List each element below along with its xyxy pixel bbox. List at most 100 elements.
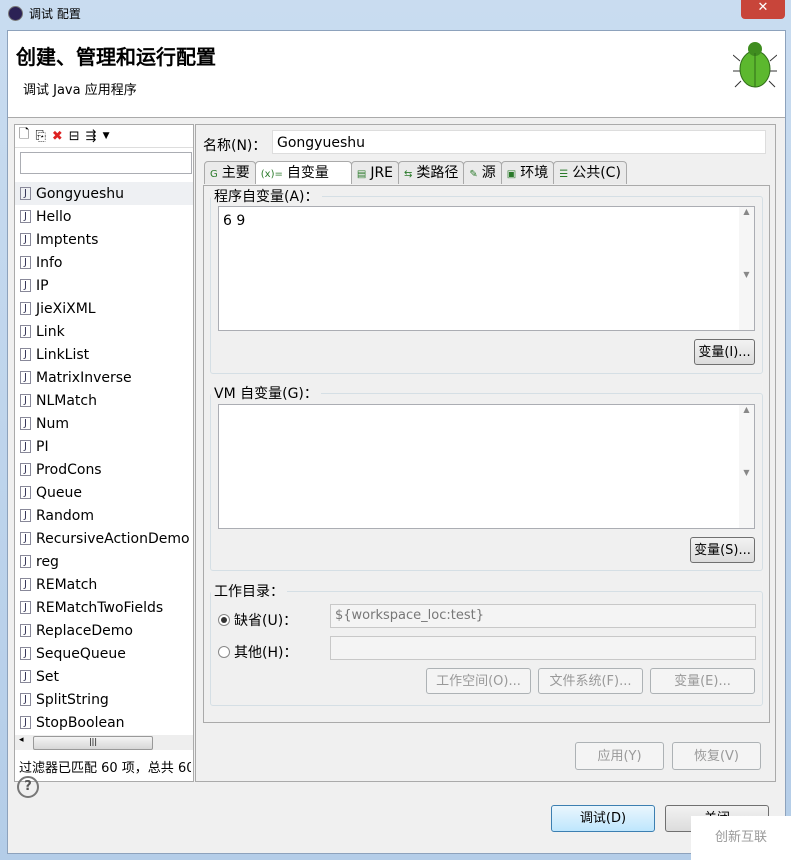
other-label: 其他(H)： <box>234 645 298 661</box>
close-window-button[interactable]: ✕ <box>741 0 785 19</box>
tab-label: JRE <box>370 165 394 181</box>
default-radio[interactable]: 缺省(U)： <box>218 610 297 630</box>
tab-3[interactable]: ⇆ 类路径 <box>398 161 465 184</box>
java-app-icon: J <box>20 233 31 246</box>
filter-status: 过滤器已匹配 60 项，总共 60 项 <box>19 761 191 776</box>
config-list-item[interactable]: J Link <box>15 320 193 343</box>
tab-6[interactable]: ☰ 公共(C) <box>553 161 627 184</box>
working-dir-label: 工作目录： <box>214 584 284 600</box>
tab-icon: G <box>210 169 218 180</box>
tab-0[interactable]: G 主要 <box>204 161 256 184</box>
config-list-panel: 🗋 ⎘ ✖ ⊟ ⇶ ▼ J Gongyueshu J Hello J Imptents J I… <box>14 124 194 782</box>
tab-2[interactable]: ▤ JRE <box>350 161 400 184</box>
vertical-scrollbar[interactable]: ▲ ▼ <box>739 207 754 330</box>
vertical-scrollbar[interactable]: ▲ ▼ <box>739 405 754 528</box>
config-list-item[interactable]: J PI <box>15 435 193 458</box>
java-app-icon: J <box>20 279 31 292</box>
scrollbar-thumb[interactable]: ||| <box>33 736 153 750</box>
workspace-button[interactable]: 工作空间(O)... <box>426 668 531 694</box>
java-app-icon: J <box>20 624 31 637</box>
tab-label: 主要 <box>221 165 250 181</box>
config-list-item[interactable]: J Hello <box>15 205 193 228</box>
filter-icon[interactable]: ⇶ <box>86 129 97 144</box>
program-variables-button[interactable]: 变量(I)... <box>694 339 755 365</box>
java-app-icon: J <box>20 210 31 223</box>
delete-icon[interactable]: ✖ <box>52 129 63 144</box>
config-list-item[interactable]: J NLMatch <box>15 389 193 412</box>
tab-icon: ☰ <box>559 169 569 180</box>
config-editor: 名称(N)： Gongyueshu G 主要 (x)= 自变量 ▤ JRE ⇆ 类路径 ✎ 源 ▣ 环… <box>195 124 776 782</box>
default-dir-input[interactable]: ${workspace_loc:test} <box>330 604 756 628</box>
horizontal-scrollbar[interactable]: ◂ ||| <box>15 735 193 750</box>
config-list-item[interactable]: J Num <box>15 412 193 435</box>
tab-icon: ▤ <box>356 169 367 180</box>
config-list-item[interactable]: J REMatch <box>15 573 193 596</box>
config-list-item[interactable]: Jreg <box>15 550 193 573</box>
config-item-label: Random <box>36 507 94 524</box>
java-app-icon: J <box>20 647 31 660</box>
java-app-icon: J <box>20 486 31 499</box>
program-args-textarea[interactable]: 6 9 ▲ ▼ <box>218 206 755 331</box>
new-config-icon[interactable]: 🗋 <box>19 125 29 147</box>
config-list-item[interactable]: J Random <box>15 504 193 527</box>
config-list-item[interactable]: J RecursiveActionDemo <box>15 527 193 550</box>
name-label: 名称(N)： <box>203 138 267 154</box>
config-list-item[interactable]: J Info <box>15 251 193 274</box>
tab-label: 公共(C) <box>572 165 621 181</box>
config-item-label: Info <box>36 254 63 271</box>
chevron-down-icon[interactable]: ▼ <box>103 131 110 141</box>
tab-4[interactable]: ✎ 源 <box>463 161 502 184</box>
java-app-icon: J <box>20 187 31 200</box>
vm-variables-button[interactable]: 变量(S)... <box>690 537 755 563</box>
tab-bar: G 主要 (x)= 自变量 ▤ JRE ⇆ 类路径 ✎ 源 ▣ 环境 ☰ 公共(C) <box>204 161 627 184</box>
java-app-icon: J <box>20 716 31 729</box>
java-app-icon: J <box>20 302 31 315</box>
radio-checked[interactable] <box>218 614 230 626</box>
apply-button[interactable]: 应用(Y) <box>575 742 664 770</box>
vm-args-label: VM 自变量(G)： <box>214 386 318 402</box>
config-list-item[interactable]: J SequeQueue <box>15 642 193 665</box>
config-item-label: Imptents <box>36 231 99 248</box>
header: 创建、管理和运行配置 调试 Java 应用程序 <box>8 31 785 118</box>
filesystem-button[interactable]: 文件系统(F)... <box>538 668 643 694</box>
vm-args-textarea[interactable]: ▲ ▼ <box>218 404 755 529</box>
config-item-label: NLMatch <box>36 392 97 409</box>
collapse-all-icon[interactable]: ⊟ <box>69 129 80 144</box>
config-list-item[interactable]: J Set <box>15 665 193 688</box>
config-item-label: ProdCons <box>36 461 102 478</box>
program-args-value: 6 9 <box>223 213 246 229</box>
other-radio[interactable]: 其他(H)： <box>218 642 297 662</box>
duplicate-icon[interactable]: ⎘ <box>35 129 45 144</box>
config-item-label: MatrixInverse <box>36 369 132 386</box>
config-item-label: ReplaceDemo <box>36 622 133 639</box>
tab-1[interactable]: (x)= 自变量 <box>254 161 352 184</box>
config-list-item[interactable]: J Imptents <box>15 228 193 251</box>
config-list-item[interactable]: J IP <box>15 274 193 297</box>
radio-unchecked[interactable] <box>218 646 230 658</box>
help-icon[interactable]: ? <box>17 776 39 798</box>
config-list-item[interactable]: J LinkList <box>15 343 193 366</box>
debug-button[interactable]: 调试(D) <box>551 805 655 832</box>
config-list-item[interactable]: J ProdCons <box>15 458 193 481</box>
config-list-item[interactable]: J JieXiXML <box>15 297 193 320</box>
name-input[interactable]: Gongyueshu <box>272 130 766 154</box>
config-item-label: RecursiveActionDemo <box>36 530 190 547</box>
config-list-item[interactable]: J Gongyueshu <box>15 182 193 205</box>
config-list-item[interactable]: J SplitString <box>15 688 193 711</box>
tab-5[interactable]: ▣ 环境 <box>500 161 555 184</box>
config-item-label: JieXiXML <box>36 300 96 317</box>
arguments-pane: 程序自变量(A)： 6 9 ▲ ▼ 变量(I)... VM 自变量(G)： ▲ ▼ 变… <box>203 185 770 723</box>
tab-label: 类路径 <box>416 165 459 181</box>
config-list-item[interactable]: J ReplaceDemo <box>15 619 193 642</box>
config-list-item[interactable]: J StopBoolean <box>15 711 193 734</box>
java-app-icon: J <box>20 555 31 568</box>
revert-button[interactable]: 恢复(V) <box>672 742 761 770</box>
config-list-item[interactable]: J Queue <box>15 481 193 504</box>
java-app-icon: J <box>20 440 31 453</box>
variables-button[interactable]: 变量(E)... <box>650 668 755 694</box>
config-list-item[interactable]: J REMatchTwoFields <box>15 596 193 619</box>
config-list-item[interactable]: J MatrixInverse <box>15 366 193 389</box>
filter-input[interactable] <box>20 152 192 174</box>
other-dir-input[interactable] <box>330 636 756 660</box>
tab-icon: ✎ <box>469 169 478 180</box>
